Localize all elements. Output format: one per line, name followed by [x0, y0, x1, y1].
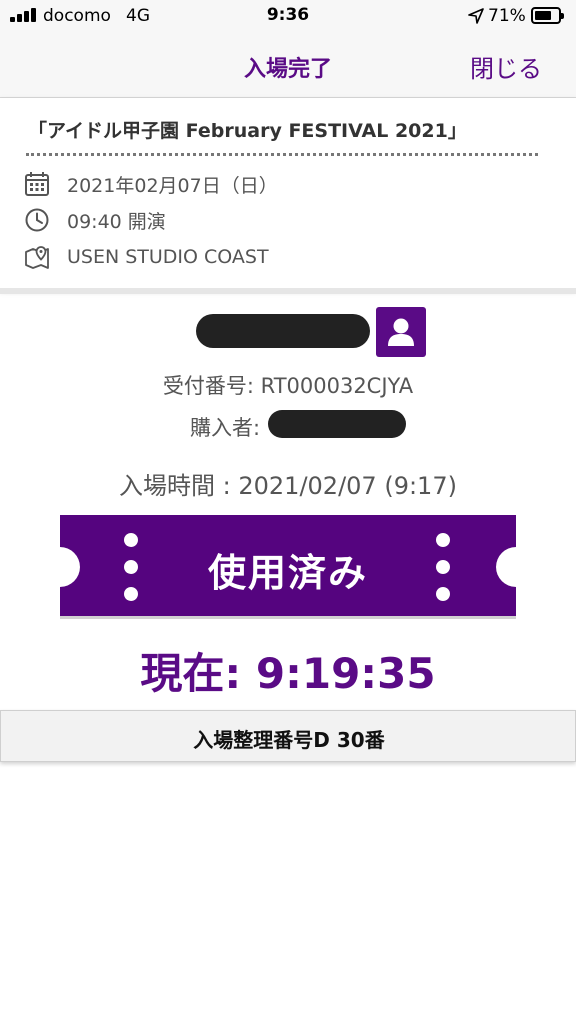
event-venue-row: USEN STUDIO COAST [24, 243, 269, 271]
reception-number: 受付番号: RT000032CJYA [162, 374, 414, 398]
calendar-icon [25, 172, 49, 196]
dotted-divider [26, 153, 538, 156]
nav-bar: 入場完了 閉じる [0, 32, 576, 98]
user-icon [376, 307, 426, 357]
purchaser-row: 購入者: [0, 410, 576, 440]
close-button[interactable]: 閉じる [470, 49, 542, 84]
event-info-card: 「アイドル甲子園 February FESTIVAL 2021」 2021年02… [0, 98, 576, 288]
admission-order-bar: 入場整理番号D 30番 [0, 710, 576, 762]
map-pin-icon [25, 246, 49, 269]
admission-order-number: 入場整理番号D 30番 [193, 728, 385, 752]
status-bar: docomo 4G 9:36 71% [0, 0, 576, 32]
entry-time: 入場時間 : 2021/02/07 (9:17) [119, 472, 457, 500]
event-venue: USEN STUDIO COAST [67, 246, 269, 268]
battery-percent: 71% [488, 6, 526, 26]
location-arrow-icon [468, 8, 484, 24]
event-time-row: 09:40 開演 [24, 206, 166, 234]
battery-icon [531, 7, 564, 24]
redacted-holder-name [196, 314, 370, 348]
used-ticket-stub[interactable]: 使用済み [60, 515, 516, 619]
ticket-holder-row [0, 305, 576, 357]
ticket-status-label: 使用済み [207, 551, 368, 595]
redacted-purchaser-name [268, 410, 406, 438]
event-start-time: 09:40 開演 [67, 210, 166, 233]
current-time: 現在: 9:19:35 [140, 649, 436, 698]
event-title: 「アイドル甲子園 February FESTIVAL 2021」 [28, 120, 467, 142]
purchaser-label: 購入者: [190, 416, 261, 440]
event-date-row: 2021年02月07日（日） [24, 170, 278, 198]
event-date: 2021年02月07日（日） [67, 174, 278, 197]
clock-icon [25, 208, 49, 232]
section-divider [0, 288, 576, 294]
